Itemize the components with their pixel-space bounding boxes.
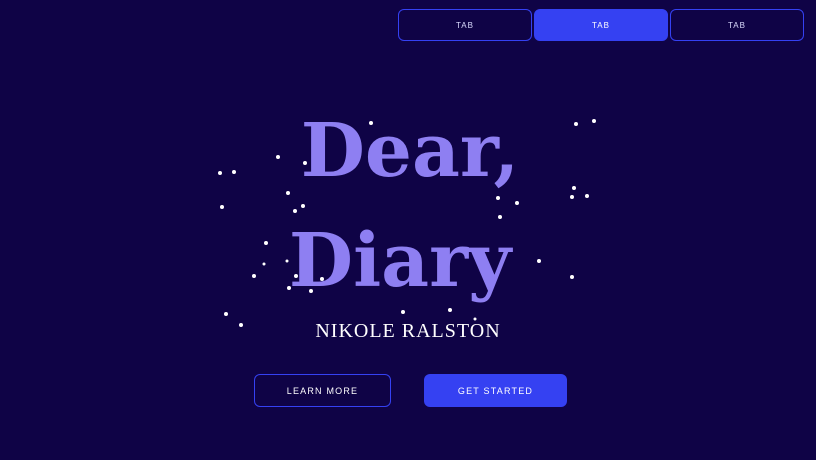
star: [585, 194, 589, 198]
learn-more-button[interactable]: LEARN MORE: [254, 374, 391, 407]
hero-title-line-2: Diary: [288, 218, 512, 304]
hero-title-line-1: Dear,: [300, 108, 520, 194]
star: [301, 204, 305, 208]
star: [496, 196, 500, 200]
star: [286, 191, 290, 195]
get-started-button[interactable]: GET STARTED: [424, 374, 567, 407]
author-name: NIKOLE RALSTON: [315, 320, 501, 342]
star: [224, 312, 228, 316]
star: [220, 205, 224, 209]
star: [401, 310, 405, 314]
star: [570, 195, 574, 199]
star: [293, 209, 297, 213]
star: [448, 308, 452, 312]
star: [515, 201, 519, 205]
